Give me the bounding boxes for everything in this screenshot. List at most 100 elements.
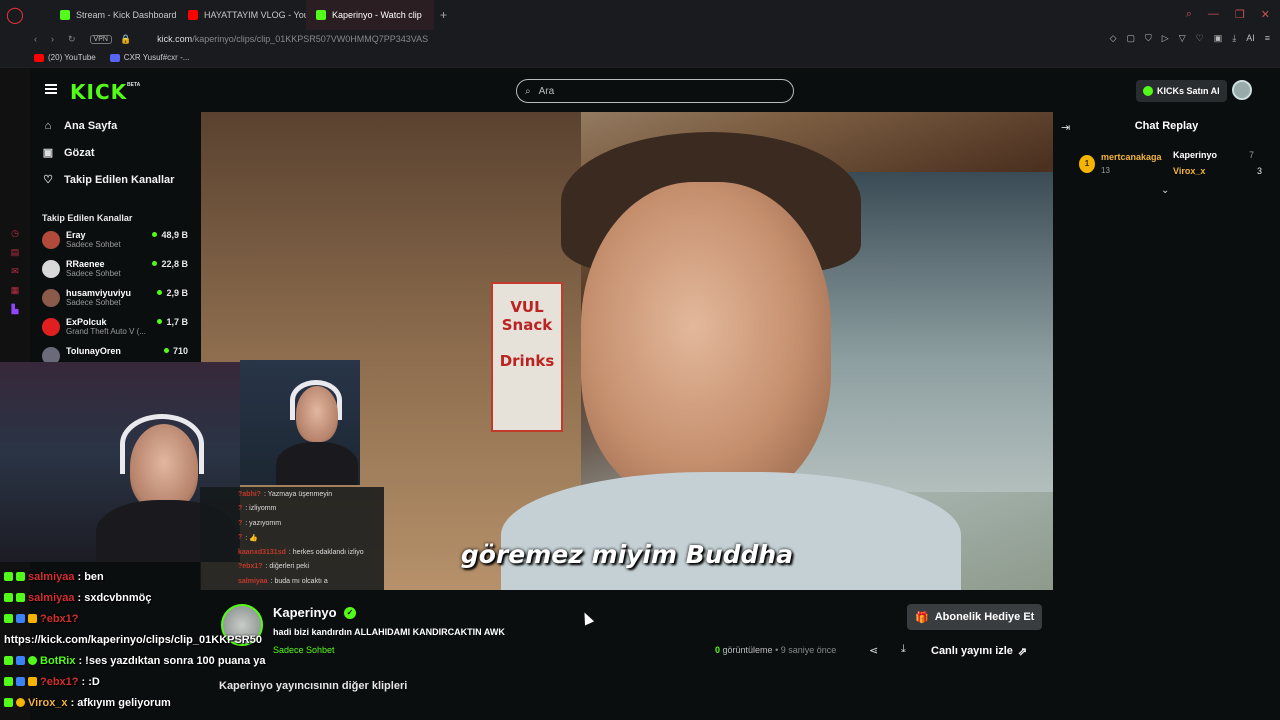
badge-icon <box>4 677 13 686</box>
chat-text: : !ses yazdıktan sonra 100 puana ya <box>78 654 266 667</box>
search-input[interactable]: ⌕ Ara <box>516 79 794 103</box>
flow-icon[interactable]: ▽ <box>1179 33 1186 44</box>
search-icon: ⌕ <box>525 85 531 97</box>
followed-channel-expolcuk[interactable]: ExPolcuk Grand Theft Auto V (... 1,7 B <box>30 314 200 343</box>
bookmark-discord[interactable]: CXR Yusuf#cxr -... <box>109 53 189 62</box>
badge-icon <box>28 656 37 665</box>
top-gifters: 1 mertcanakaga 13 Kaperinyo 7 Virox_x 3 <box>1079 150 1279 182</box>
address-bar: ‹ › ↻ VPN 🔒 kick.com/kaperinyo/clips/cli… <box>0 30 1280 48</box>
bookmarks-bar: (20) YouTube CXR Yusuf#cxr -... <box>0 48 1280 68</box>
chat-message: ?: izliyomm <box>200 502 384 517</box>
download-icon[interactable]: ⤓ <box>1232 33 1236 44</box>
chat-text: : herkes odaklandı izliyo <box>288 548 364 556</box>
badge-icon <box>4 614 13 623</box>
watch-live-label: Canlı yayını izle <box>931 645 1013 657</box>
maximize-icon[interactable]: ❐ <box>1235 8 1245 21</box>
menu-icon[interactable]: ≡ <box>1265 33 1270 44</box>
bookmark-icon[interactable]: ◇ <box>1110 33 1117 44</box>
nav-label: Ana Sayfa <box>64 119 118 132</box>
gift-subscription-button[interactable]: 🎁 Abonelik Hediye Et <box>907 604 1043 630</box>
kick-favicon-icon <box>60 10 70 20</box>
url-field[interactable]: kick.com/kaperinyo/clips/clip_01KKPSR507… <box>157 34 428 44</box>
snapshot-icon[interactable]: ▢ <box>1127 33 1136 44</box>
external-link-icon: ⇗ <box>1017 645 1028 658</box>
heart-icon: ♡ <box>43 174 53 186</box>
beta-label: BETA <box>127 82 141 88</box>
tab-kick-clip[interactable]: Kaperinyo - Watch clip <box>306 0 434 30</box>
back-icon[interactable]: ‹ <box>34 34 37 45</box>
viewer-count: 22,8 B <box>152 259 188 269</box>
nav-home[interactable]: ⌂ Ana Sayfa <box>30 112 200 139</box>
download-icon[interactable]: ⤓ <box>901 643 906 656</box>
gift-icon: 🎁 <box>915 611 929 624</box>
search-icon[interactable]: ⌕ <box>1186 8 1192 21</box>
tab-youtube[interactable]: HAYATTAYIM VLOG - YouT <box>178 0 306 30</box>
followed-channel-eray[interactable]: Eray Sadece Sohbet 48,9 B <box>30 227 200 256</box>
discord-icon <box>109 53 120 62</box>
shield-icon[interactable]: ⛉ <box>1145 33 1152 44</box>
chat-user: ? <box>238 505 243 513</box>
chat-text: : 👍 <box>245 534 258 542</box>
forward-icon[interactable]: › <box>51 34 54 45</box>
verified-badge-icon: ✓ <box>344 607 356 619</box>
view-count: 0 görüntüleme • 9 saniye önce <box>715 645 836 655</box>
gifter-name[interactable]: Virox_x <box>1173 166 1205 176</box>
chat-message: salmiyaa: ben <box>0 566 300 587</box>
share-icon[interactable]: ⋖ <box>869 644 878 657</box>
chat-user: ?abhi? <box>238 490 261 498</box>
wallet-icon[interactable]: ▣ <box>1214 33 1223 44</box>
minimize-icon[interactable]: — <box>1208 8 1219 21</box>
avatar <box>42 289 60 307</box>
sidebar-app-icon[interactable]: ▤ <box>10 247 20 257</box>
tab-kick-dashboard[interactable]: Stream - Kick Dashboard <box>50 0 178 30</box>
hamburger-menu-icon[interactable] <box>45 84 57 94</box>
play-icon[interactable]: ▷ <box>1162 33 1169 44</box>
youtube-icon <box>34 53 44 62</box>
new-tab-button[interactable]: + <box>434 8 453 22</box>
expand-leaderboard-icon[interactable]: ⌄ <box>1161 185 1169 196</box>
buy-kicks-button[interactable]: KICKs Satın Al <box>1136 80 1227 102</box>
watch-live-button[interactable]: Canlı yayını izle ⇗ <box>923 638 1035 664</box>
chat-message: ?ebx1? <box>0 608 300 629</box>
channel-category: Grand Theft Auto V (... <box>66 327 146 336</box>
nav-label: Gözat <box>64 146 95 159</box>
nav-following[interactable]: ♡ Takip Edilen Kanallar <box>30 166 200 193</box>
reload-icon[interactable]: ↻ <box>68 34 76 45</box>
home-icon: ⌂ <box>44 119 52 132</box>
nav-label: Takip Edilen Kanallar <box>64 173 175 186</box>
kick-logo[interactable]: KICK <box>70 80 127 104</box>
streamer-face <box>296 386 338 442</box>
browse-icon: ▣ <box>42 147 54 159</box>
aria-ai-button[interactable]: AI <box>1246 33 1255 44</box>
clip-info: Kaperinyo ✓ hadi bizi kandırdın ALLAHIDA… <box>201 590 1053 720</box>
vpn-badge[interactable]: VPN <box>89 34 112 44</box>
chat-user: ? <box>238 534 243 542</box>
chat-replay-title: Chat Replay <box>1134 120 1199 132</box>
tab-label: Kaperinyo - Watch clip <box>332 10 422 20</box>
bookmark-youtube[interactable]: (20) YouTube <box>34 53 96 62</box>
opera-logo-icon[interactable]: ◯ <box>0 0 30 30</box>
clip-title: hadi bizi kandırdın ALLAHIDAMI KANDIRCAK… <box>273 627 505 637</box>
url-host: kick.com <box>157 34 193 44</box>
top-gifter-name[interactable]: mertcanakaga <box>1101 152 1162 162</box>
chat-user: ?ebx1? <box>40 612 79 625</box>
left-sidebar: ⌂ Ana Sayfa ▣ Gözat ♡ Takip Edilen Kanallar… <box>30 112 200 372</box>
sidebar-app-icon[interactable]: ✉ <box>10 266 20 276</box>
chat-message: ?: yazıyomm <box>200 516 384 531</box>
sidebar-app-icon[interactable]: ◷ <box>10 228 20 238</box>
user-avatar[interactable] <box>1232 80 1252 100</box>
streamer-hoodie <box>276 442 358 485</box>
nav-browse[interactable]: ▣ Gözat <box>30 139 200 166</box>
chat-message: ?: 👍 <box>200 531 384 546</box>
twitch-icon[interactable]: ▙ <box>10 304 20 314</box>
badge-icon <box>16 698 25 707</box>
followed-channel-rraenee[interactable]: RRaenee Sadece Sohbet 22,8 B <box>30 256 200 285</box>
gift-button-label: Abonelik Hediye Et <box>934 611 1035 623</box>
webcam-overlay-small <box>240 360 360 485</box>
sidebar-app-icon[interactable]: ▦ <box>10 285 20 295</box>
close-icon[interactable]: ✕ <box>1261 8 1270 21</box>
gifter-name[interactable]: Kaperinyo <box>1173 150 1217 160</box>
followed-channel-husamviyuviyu[interactable]: husamviyuviyu Sadece Sohbet 2,9 B <box>30 285 200 314</box>
chat-message: kaanxd3131sd: herkes odaklandı izliyo <box>200 545 384 560</box>
heart-icon[interactable]: ♡ <box>1196 33 1204 44</box>
